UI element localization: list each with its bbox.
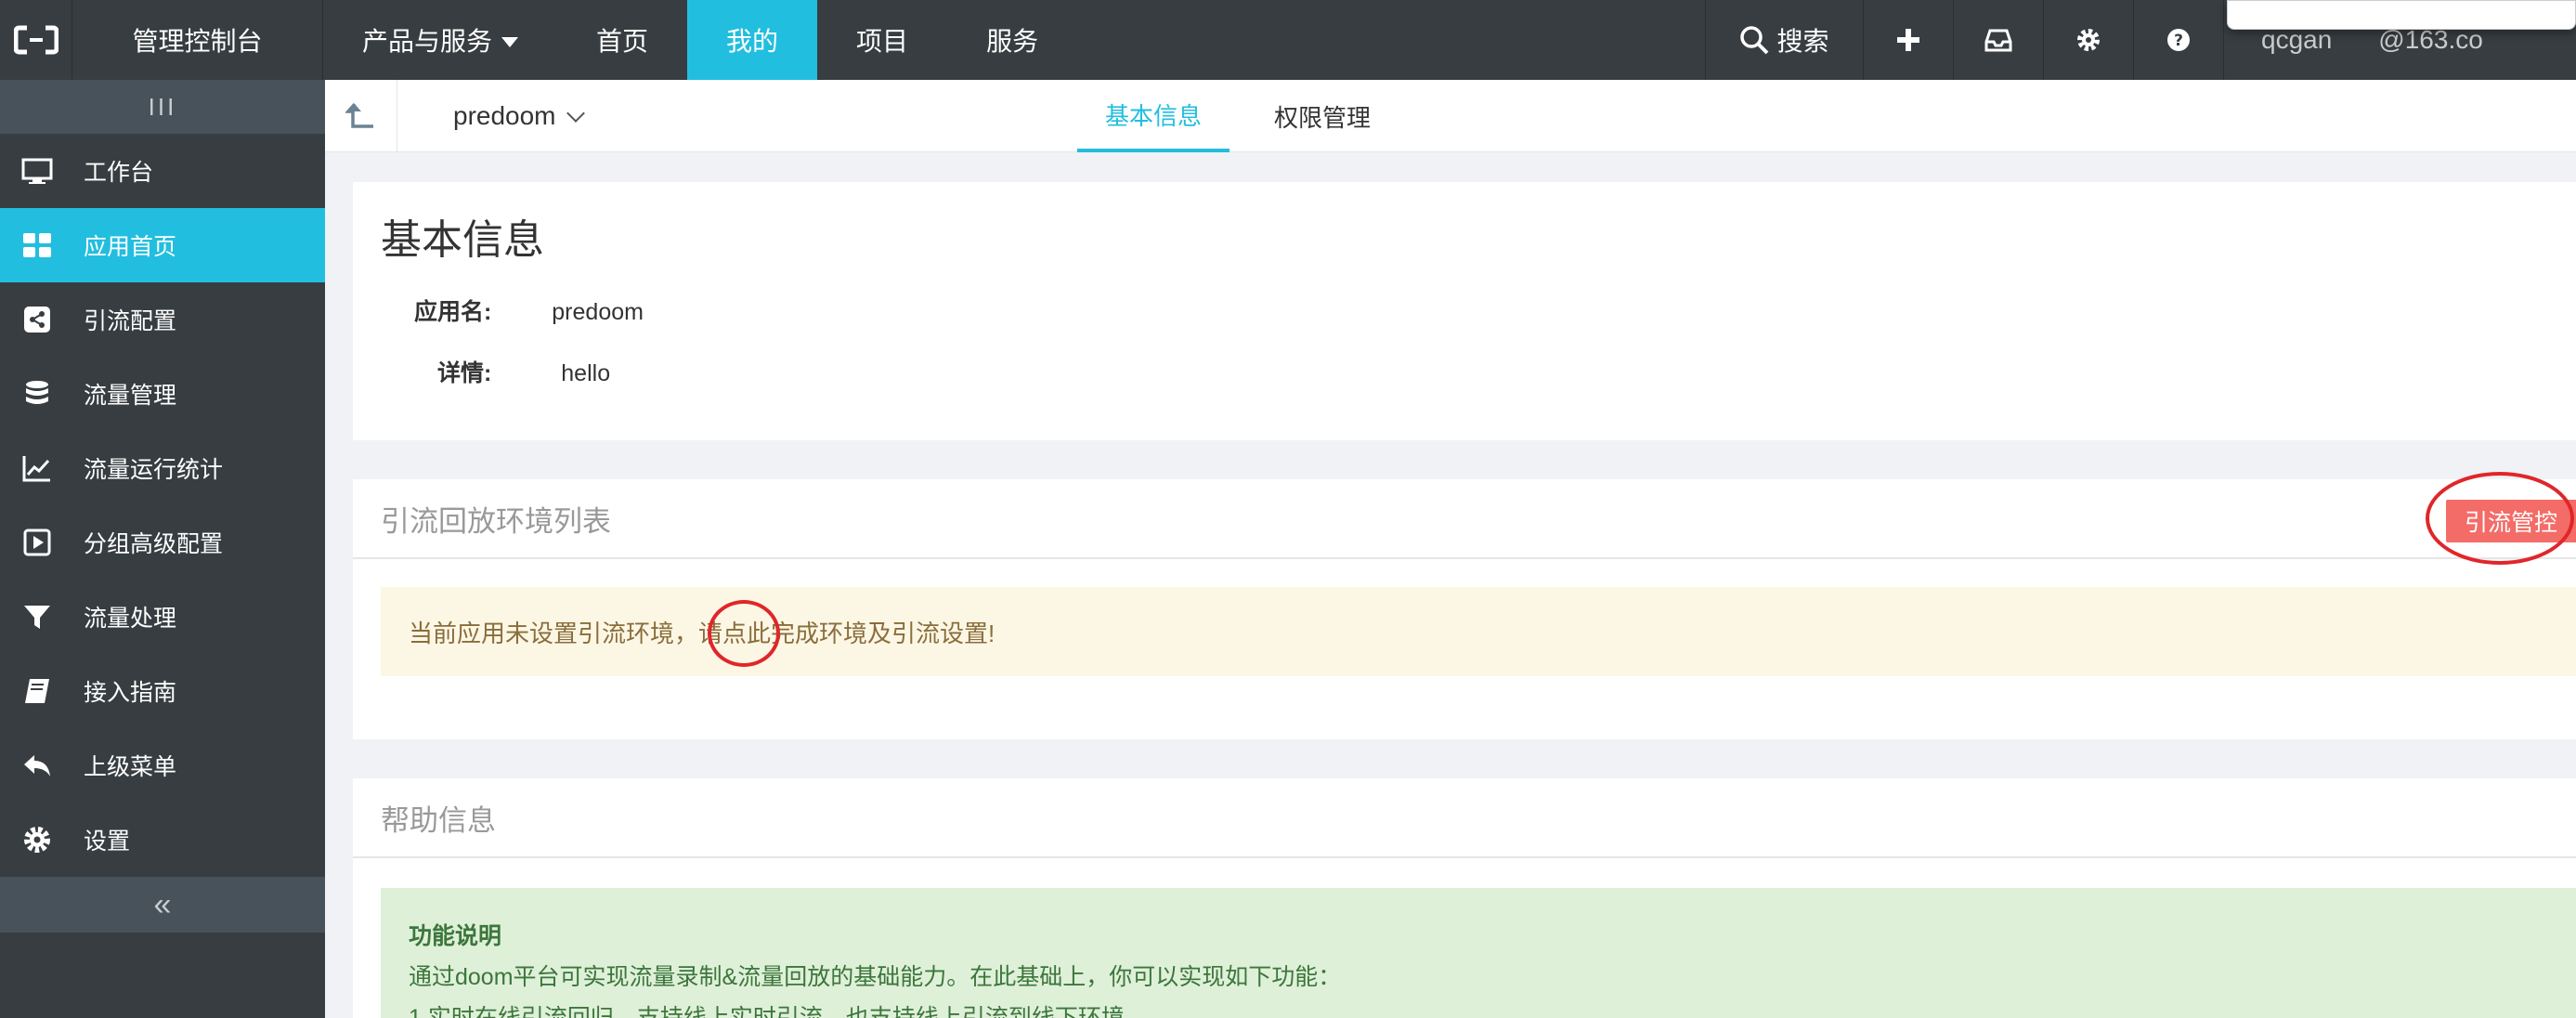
help-subtitle: 功能说明 (409, 923, 502, 949)
nav-home[interactable]: 首页 (557, 0, 687, 80)
help-header: 帮助信息 (353, 778, 2576, 858)
sidebar-item-parent-menu[interactable]: 上级菜单 (0, 728, 325, 803)
reply-icon (20, 749, 54, 782)
inbox-button[interactable] (1953, 0, 2043, 80)
env-list-title: 引流回放环境列表 (381, 504, 611, 538)
sidebar-item-traffic-stats[interactable]: 流量运行统计 (0, 431, 325, 505)
sidebar-collapse-button[interactable]: « (0, 877, 325, 933)
app-subheader: predoom 基本信息 权限管理 (325, 80, 2576, 152)
sidebar-item-app-home[interactable]: 应用首页 (0, 208, 325, 282)
basic-info-panel: 基本信息 应用名: predoom 详情: hello (353, 182, 2576, 440)
sidebar-toggle[interactable]: III (0, 80, 325, 134)
filter-icon (20, 600, 54, 633)
sidebar-item-label: 应用首页 (84, 234, 177, 260)
sidebar-item-label: 分组高级配置 (84, 531, 224, 557)
diversion-control-button[interactable]: 引流管控 (2445, 500, 2576, 542)
sidebar-item-workbench[interactable]: 工作台 (0, 134, 325, 208)
warning-link[interactable]: 点此 (722, 615, 771, 649)
sidebar-item-settings[interactable]: 设置 (0, 803, 325, 877)
dropdown-popup (2227, 0, 2576, 30)
warning-prefix: 当前应用未设置引流环境，请 (409, 619, 723, 647)
console-link[interactable]: 管理控制台 (72, 0, 323, 80)
caret-down-icon (501, 36, 519, 47)
play-square-icon (20, 526, 54, 559)
sidebar-item-traffic-processing[interactable]: 流量处理 (0, 580, 325, 654)
app-selector[interactable]: predoom (453, 80, 585, 152)
add-button[interactable] (1863, 0, 1953, 80)
cloud-brackets-icon (13, 25, 59, 55)
gear-icon (20, 823, 54, 856)
warning-suffix: 完成环境及引流设置! (771, 619, 995, 647)
no-env-warning: 当前应用未设置引流环境，请 点此 完成环境及引流设置! (381, 587, 2576, 676)
nav-products-label: 产品与服务 (362, 27, 493, 56)
app-name-field: 应用名: predoom (414, 294, 644, 327)
line-chart-icon (20, 451, 54, 485)
sidebar-item-label: 接入指南 (84, 680, 177, 706)
share-icon (20, 303, 54, 336)
env-list-header: 引流回放环境列表 引流管控 (353, 479, 2576, 559)
monitor-icon (20, 154, 54, 188)
sidebar-item-label: 上级菜单 (84, 754, 177, 780)
logo[interactable] (0, 0, 72, 80)
back-arrow-icon (345, 102, 373, 128)
detail-label: 详情: (437, 360, 492, 386)
sidebar-item-diversion-config[interactable]: 引流配置 (0, 282, 325, 357)
search-icon (1740, 26, 1769, 55)
sidebar-item-label: 引流配置 (84, 308, 177, 334)
sidebar-item-group-advanced[interactable]: 分组高级配置 (0, 505, 325, 580)
help-line: 1.实时在线引流回归。支持线上实时引流，也支持线上引流到线下环境。 (409, 1005, 1148, 1018)
help-box: 功能说明 通过doom平台可实现流量录制&流量回放的基础能力。在此基础上，你可以… (381, 888, 2576, 1018)
plus-icon (1897, 29, 1919, 51)
book-icon (20, 674, 54, 708)
nav-mine[interactable]: 我的 (687, 0, 818, 80)
sidebar-item-label: 流量运行统计 (84, 457, 224, 483)
help-panel: 帮助信息 功能说明 通过doom平台可实现流量录制&流量回放的基础能力。在此基础… (353, 778, 2576, 1018)
app-name-label: 应用名: (414, 299, 492, 325)
help-button[interactable]: ? (2133, 0, 2223, 80)
chevron-down-icon (566, 104, 585, 123)
sidebar-item-label: 设置 (84, 829, 131, 855)
back-button[interactable] (325, 80, 397, 152)
sidebar: III 工作台 应用首页 引流配置 流量管理 流量运行统计 分组高级配置 流量处… (0, 80, 325, 1018)
search-label: 搜索 (1776, 27, 1829, 56)
search-button[interactable]: 搜索 (1705, 0, 1863, 80)
sidebar-item-label: 流量管理 (84, 383, 177, 409)
inbox-icon (1984, 29, 2012, 52)
database-icon (20, 377, 54, 411)
detail-field: 详情: hello (437, 355, 610, 388)
top-navbar: 管理控制台 产品与服务 首页 我的 项目 服务 搜索 ? qcgan @163.… (0, 0, 2576, 80)
sidebar-item-label: 工作台 (84, 160, 154, 186)
sidebar-item-traffic-manage[interactable]: 流量管理 (0, 357, 325, 431)
env-list-panel: 引流回放环境列表 引流管控 当前应用未设置引流环境，请 点此 完成环境及引流设置! (353, 479, 2576, 739)
help-title: 帮助信息 (381, 803, 496, 837)
app-selector-label: predoom (453, 101, 556, 130)
grid-icon (20, 228, 54, 262)
tab-basic-info[interactable]: 基本信息 (1077, 80, 1230, 152)
nav-projects[interactable]: 项目 (817, 0, 947, 80)
settings-button[interactable] (2043, 0, 2133, 80)
help-icon: ? (2167, 29, 2190, 51)
sidebar-item-access-guide[interactable]: 接入指南 (0, 654, 325, 728)
basic-info-title: 基本信息 (381, 217, 544, 263)
app-name-value: predoom (552, 299, 644, 325)
help-line: 通过doom平台可实现流量录制&流量回放的基础能力。在此基础上，你可以实现如下功… (409, 964, 1342, 990)
svg-text:?: ? (2174, 32, 2183, 50)
detail-value: hello (561, 360, 611, 386)
tab-permissions[interactable]: 权限管理 (1246, 80, 1399, 152)
nav-services[interactable]: 服务 (947, 0, 1077, 80)
gear-icon (2077, 29, 2100, 51)
nav-products[interactable]: 产品与服务 (323, 0, 557, 80)
sidebar-item-label: 流量处理 (84, 606, 177, 632)
